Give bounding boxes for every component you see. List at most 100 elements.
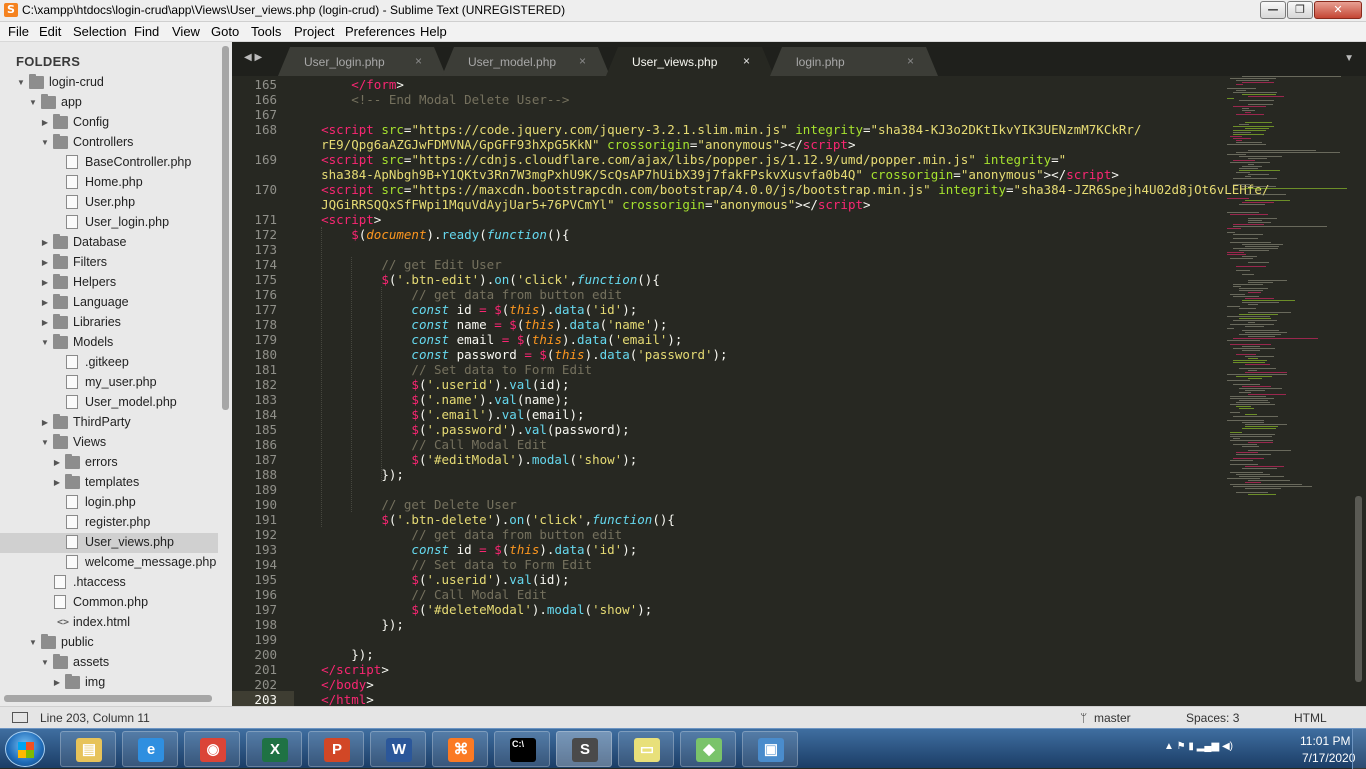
taskbar-sticky-notes[interactable]: ▭ — [618, 731, 674, 767]
folder-item-errors[interactable]: ▶ errors — [0, 453, 218, 473]
file-item-login-php[interactable]: login.php — [0, 493, 218, 513]
taskbar-internet-explorer[interactable]: e — [122, 731, 178, 767]
code-line[interactable]: <script> — [291, 212, 381, 227]
code-line[interactable]: rE9/Qpg6aAZGJwFDMVNA/GpGFF93hXpG5KkN" cr… — [291, 137, 855, 152]
code-line[interactable]: $('.userid').val(id); — [291, 572, 569, 587]
code-line[interactable]: </script> — [291, 662, 389, 677]
code-line[interactable]: <script src="https://maxcdn.bootstrapcdn… — [291, 182, 1269, 197]
tray-icons[interactable]: ▲ ⚑ ▮ ▂▄▆ ◀) — [1164, 741, 1233, 752]
code-line[interactable]: const email = $(this).data('email'); — [291, 332, 682, 347]
code-line[interactable]: $('.name').val(name); — [291, 392, 569, 407]
code-line[interactable]: </form> — [291, 77, 404, 92]
code-line[interactable]: $('.email').val(email); — [291, 407, 584, 422]
expanded-arrow-icon[interactable]: ▼ — [40, 656, 50, 670]
code-line[interactable]: const password = $(this).data('password'… — [291, 347, 727, 362]
folder-item-config[interactable]: ▶ Config — [0, 113, 218, 133]
menu-help[interactable]: Help — [420, 24, 447, 39]
maximize-button[interactable]: ❐ — [1287, 1, 1313, 19]
code-line[interactable]: </html> — [291, 692, 374, 706]
tab-nav-arrows-icon[interactable]: ◀ ▶ — [244, 52, 262, 63]
clock-date[interactable]: 7/17/2020 — [1302, 751, 1355, 765]
taskbar-chrome[interactable]: ◉ — [184, 731, 240, 767]
folder-item-database[interactable]: ▶ Database — [0, 233, 218, 253]
collapsed-arrow-icon[interactable]: ▶ — [40, 296, 50, 310]
file-item-basecontroller-php[interactable]: BaseController.php — [0, 153, 218, 173]
folder-item-img[interactable]: ▶ img — [0, 673, 218, 693]
code-line[interactable]: const id = $(this).data('id'); — [291, 302, 637, 317]
folder-item-models[interactable]: ▼ Models — [0, 333, 218, 353]
collapsed-arrow-icon[interactable]: ▶ — [40, 416, 50, 430]
folder-item-helpers[interactable]: ▶ Helpers — [0, 273, 218, 293]
folder-item-assets[interactable]: ▼ assets — [0, 653, 218, 673]
editor-vertical-scrollbar[interactable] — [1355, 496, 1362, 682]
code-line[interactable]: $('#editModal').modal('show'); — [291, 452, 637, 467]
expanded-arrow-icon[interactable]: ▼ — [16, 76, 26, 90]
code-line[interactable]: const id = $(this).data('id'); — [291, 542, 637, 557]
file-item-user-php[interactable]: User.php — [0, 193, 218, 213]
file-item-register-php[interactable]: register.php — [0, 513, 218, 533]
collapsed-arrow-icon[interactable]: ▶ — [40, 116, 50, 130]
taskbar-sublime-text[interactable]: S — [556, 731, 612, 767]
file-item-home-php[interactable]: Home.php — [0, 173, 218, 193]
tab-login-php[interactable]: login.php × — [770, 47, 938, 76]
sidebar-horizontal-scrollbar[interactable] — [4, 695, 212, 702]
panel-toggle-icon[interactable] — [12, 712, 28, 723]
tab-user-login-php[interactable]: User_login.php × — [278, 47, 446, 76]
code-line[interactable]: <script src="https://code.jquery.com/jqu… — [291, 122, 1141, 137]
code-line[interactable]: </body> — [291, 677, 374, 692]
folder-item-language[interactable]: ▶ Language — [0, 293, 218, 313]
tab-close-icon[interactable]: × — [415, 54, 422, 68]
code-line[interactable]: // get data from button edit — [291, 527, 622, 542]
file-item-my-user-php[interactable]: my_user.php — [0, 373, 218, 393]
taskbar-photos[interactable]: ▣ — [742, 731, 798, 767]
folder-item-login-crud[interactable]: ▼ login-crud — [0, 73, 218, 93]
taskbar-git[interactable]: ◆ — [680, 731, 736, 767]
show-desktop-button[interactable] — [1352, 729, 1366, 769]
code-line[interactable]: <!-- End Modal Delete User--> — [291, 92, 569, 107]
menu-view[interactable]: View — [172, 24, 200, 39]
taskbar-file-explorer[interactable]: ▤ — [60, 731, 116, 767]
file-item--htaccess[interactable]: .htaccess — [0, 573, 218, 593]
folder-item-public[interactable]: ▼ public — [0, 633, 218, 653]
folder-item-app[interactable]: ▼ app — [0, 93, 218, 113]
folder-item-thirdparty[interactable]: ▶ ThirdParty — [0, 413, 218, 433]
menu-file[interactable]: File — [8, 24, 29, 39]
file-item--gitkeep[interactable]: .gitkeep — [0, 353, 218, 373]
folder-item-controllers[interactable]: ▼ Controllers — [0, 133, 218, 153]
taskbar-powerpoint[interactable]: P — [308, 731, 364, 767]
collapsed-arrow-icon[interactable]: ▶ — [40, 276, 50, 290]
menu-tools[interactable]: Tools — [251, 24, 281, 39]
file-item-user-views-php[interactable]: User_views.php — [0, 533, 218, 553]
close-button[interactable]: ✕ — [1314, 1, 1362, 19]
code-line[interactable]: // Call Modal Edit — [291, 437, 546, 452]
file-item-user-model-php[interactable]: User_model.php — [0, 393, 218, 413]
folder-item-filters[interactable]: ▶ Filters — [0, 253, 218, 273]
code-line[interactable]: $('.btn-edit').on('click',function(){ — [291, 272, 660, 287]
code-area[interactable]: </form> <!-- End Modal Delete User--> <s… — [291, 76, 1269, 706]
clock-time[interactable]: 11:01 PM — [1300, 734, 1350, 748]
code-line[interactable]: $('.userid').val(id); — [291, 377, 569, 392]
expanded-arrow-icon[interactable]: ▼ — [40, 336, 50, 350]
code-line[interactable]: // get data from button edit — [291, 287, 622, 302]
code-line[interactable]: }); — [291, 617, 404, 632]
menu-goto[interactable]: Goto — [211, 24, 239, 39]
code-line[interactable]: $('#deleteModal').modal('show'); — [291, 602, 652, 617]
tab-close-icon[interactable]: × — [907, 54, 914, 68]
code-line[interactable]: $('.password').val(password); — [291, 422, 629, 437]
folder-item-libraries[interactable]: ▶ Libraries — [0, 313, 218, 333]
code-line[interactable]: $(document).ready(function(){ — [291, 227, 569, 242]
syntax-mode[interactable]: HTML — [1294, 711, 1327, 725]
code-line[interactable]: $('.btn-delete').on('click',function(){ — [291, 512, 675, 527]
file-item-index-html[interactable]: <> index.html — [0, 613, 218, 633]
code-line[interactable]: }); — [291, 467, 404, 482]
menu-project[interactable]: Project — [294, 24, 334, 39]
start-button[interactable] — [5, 731, 45, 767]
code-line[interactable]: }); — [291, 647, 374, 662]
code-line[interactable]: // Set data to Form Edit — [291, 557, 592, 572]
sidebar-vertical-scrollbar[interactable] — [222, 46, 229, 410]
git-branch[interactable]: master — [1094, 711, 1131, 725]
tab-user-views-php[interactable]: User_views.php × — [606, 47, 774, 76]
collapsed-arrow-icon[interactable]: ▶ — [52, 676, 62, 690]
indentation-setting[interactable]: Spaces: 3 — [1186, 711, 1239, 725]
expanded-arrow-icon[interactable]: ▼ — [28, 96, 38, 110]
